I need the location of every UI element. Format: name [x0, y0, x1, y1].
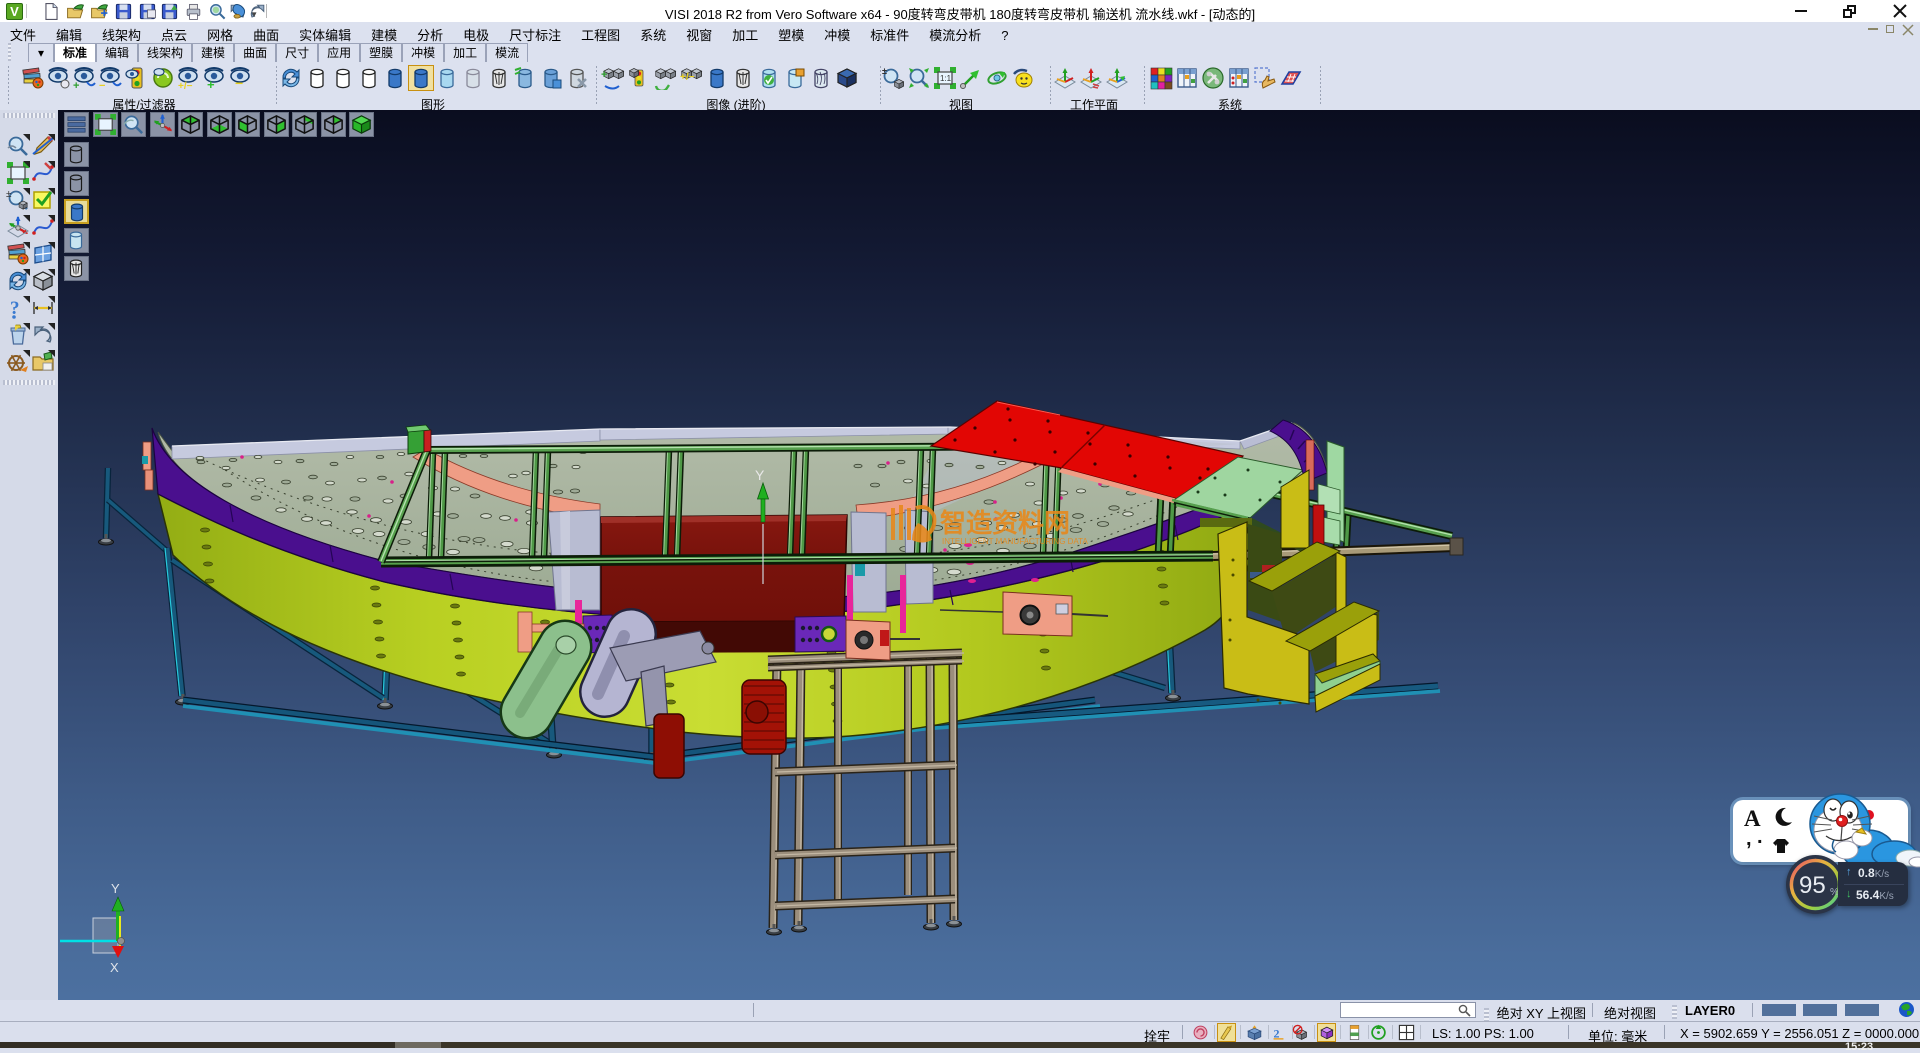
svg-text:智造资料网: 智造资料网 — [940, 508, 1070, 538]
svg-text:+/−: +/− — [680, 72, 695, 83]
svg-text:±: ± — [882, 66, 887, 76]
svg-text:X: X — [110, 960, 119, 975]
svg-text:1:1: 1:1 — [940, 74, 952, 83]
svg-text:95: 95 — [1799, 872, 1826, 899]
svg-text:+: + — [601, 69, 607, 81]
svg-text:+: + — [207, 77, 215, 90]
svg-text:−: − — [99, 80, 105, 90]
svg-text:+: + — [73, 80, 79, 90]
svg-text:+/−: +/− — [178, 81, 193, 90]
svg-text:Y: Y — [755, 467, 765, 483]
svg-text:±: ± — [6, 189, 12, 200]
svg-text:INTELLIGENT MANUFACTURING DATA: INTELLIGENT MANUFACTURING DATA — [942, 537, 1088, 546]
svg-text:−: − — [235, 75, 243, 90]
svg-text:Y: Y — [111, 881, 120, 896]
